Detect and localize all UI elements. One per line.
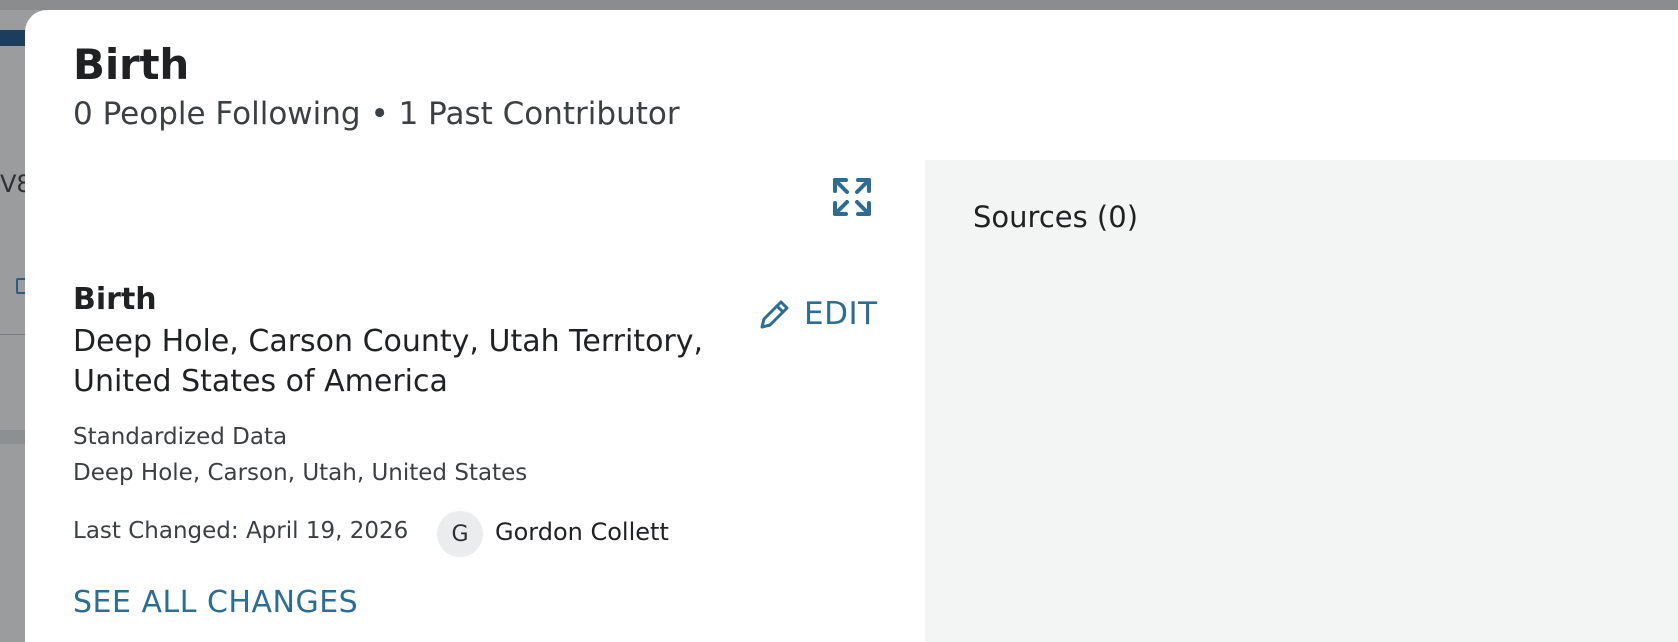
background-topbar (0, 0, 1678, 10)
contributor-name-link[interactable]: Gordon Collett (495, 518, 669, 546)
fact-detail: Birth Deep Hole, Carson County, Utah Ter… (73, 280, 733, 402)
see-all-changes-link[interactable]: SEE ALL CHANGES (73, 585, 358, 620)
modal-title: Birth (73, 40, 190, 89)
fact-place: Deep Hole, Carson County, Utah Territory… (73, 324, 704, 399)
standardized-label: Standardized Data (73, 424, 288, 450)
standardized-place: Deep Hole, Carson, Utah, United States (73, 460, 528, 486)
pencil-icon (760, 300, 789, 329)
edit-label: EDIT (804, 296, 878, 332)
expand-button[interactable] (830, 175, 874, 219)
last-changed-date: Last Changed: April 19, 2026 (73, 518, 409, 544)
birth-modal: Birth 0 People Following • 1 Past Contri… (25, 10, 1678, 642)
contributor-avatar[interactable]: G (437, 511, 483, 557)
sources-title: Sources (0) (973, 200, 1139, 234)
modal-subtitle: 0 People Following • 1 Past Contributor (73, 96, 680, 132)
edit-button[interactable]: EDIT (758, 293, 878, 335)
fact-label: Birth (73, 282, 157, 317)
sources-panel: Sources (0) (925, 160, 1678, 642)
expand-arrows-icon (833, 178, 871, 216)
